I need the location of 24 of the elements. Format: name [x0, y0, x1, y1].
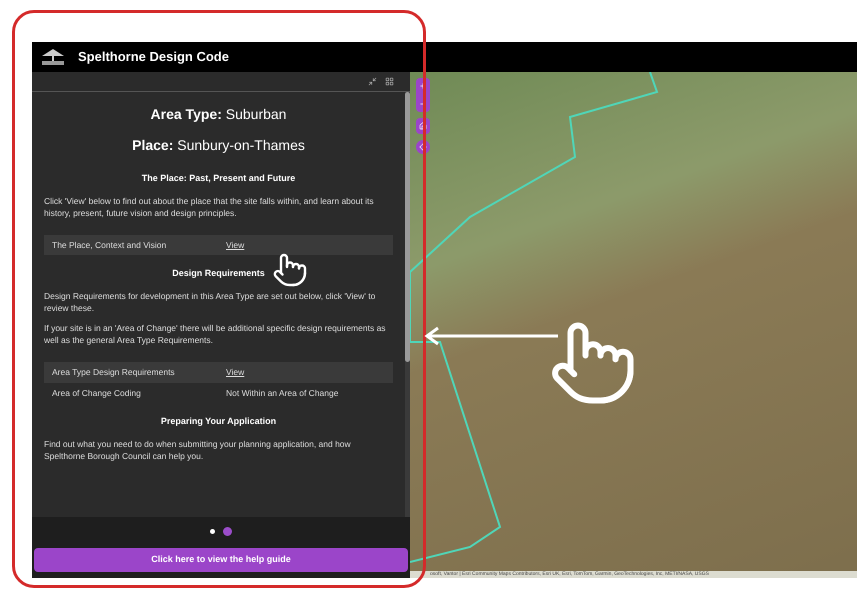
row-label: The Place, Context and Vision [52, 238, 168, 252]
minimize-icon[interactable] [368, 77, 377, 86]
home-icon [419, 122, 427, 130]
section-text: Design Requirements for development in this Area Type are set out below, click 'View' to review these. [44, 290, 376, 314]
section-heading: Design Requirements [171, 267, 266, 280]
place-heading: Place: Sunbury-on-Thames [131, 136, 306, 155]
scrollbar[interactable] [405, 92, 410, 517]
hand-pointer-icon [272, 252, 308, 288]
row-label: Area of Change Coding [52, 386, 142, 400]
row-value: Not Within an Area of Change [226, 386, 338, 400]
section-text: Find out what you need to do when submitting your planning application, and how Spelthorne Borough Council can help you. [44, 438, 352, 462]
left-arrow-icon [424, 326, 560, 346]
row-label: Area Type Design Requirements [52, 366, 176, 378]
view-link[interactable]: View [226, 238, 244, 252]
area-type-heading: Area Type: Suburban [150, 105, 288, 124]
app-title: Spelthorne Design Code [78, 48, 229, 66]
section-text: Click 'View' below to find out about the place that the site falls within, and learn about its history, present, future vision and design principles. [44, 194, 375, 218]
view-link[interactable]: View [226, 366, 244, 378]
logo-icon [40, 47, 66, 67]
section-heading: Preparing Your Application [160, 415, 278, 428]
section-text: If your site is in an 'Area of Change' there will be additional specific design requirements as well as the general Area Type Requirements. [44, 322, 387, 346]
help-guide-button[interactable]: Click here to view the help guide [34, 548, 408, 572]
section-heading: The Place: Past, Present and Future [140, 172, 296, 185]
grid-icon[interactable] [385, 77, 394, 86]
